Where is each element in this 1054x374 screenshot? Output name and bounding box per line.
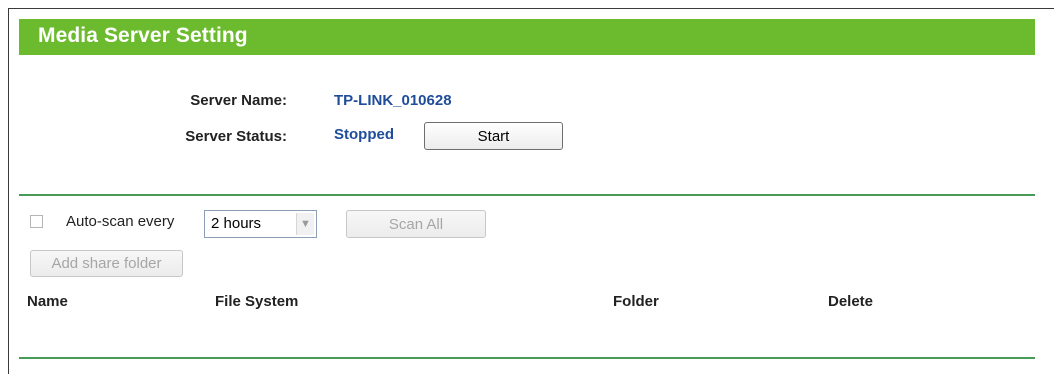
server-status-value: Stopped (334, 126, 394, 143)
chevron-down-icon[interactable]: ▼ (296, 213, 314, 235)
section-divider-bottom (19, 357, 1035, 359)
add-share-folder-button[interactable]: Add share folder (30, 250, 183, 277)
title-bar: Media Server Setting (19, 19, 1035, 55)
start-button[interactable]: Start (424, 122, 563, 150)
column-header-name: Name (27, 293, 68, 310)
server-name-value: TP-LINK_010628 (334, 92, 452, 109)
autoscan-label: Auto-scan every (66, 213, 175, 230)
section-divider-top (19, 194, 1035, 196)
autoscan-interval-select[interactable]: 2 hours ▼ (204, 210, 317, 238)
server-status-label: Server Status: (185, 128, 287, 145)
page-title: Media Server Setting (38, 24, 248, 47)
server-name-label: Server Name: (190, 92, 287, 109)
interval-selected-value: 2 hours (211, 215, 262, 232)
scan-all-button[interactable]: Scan All (346, 210, 486, 238)
column-header-delete: Delete (828, 293, 874, 310)
content-frame (8, 8, 1054, 374)
column-header-file-system: File System (215, 293, 299, 310)
autoscan-checkbox[interactable] (30, 215, 43, 228)
column-header-folder: Folder (613, 293, 659, 310)
